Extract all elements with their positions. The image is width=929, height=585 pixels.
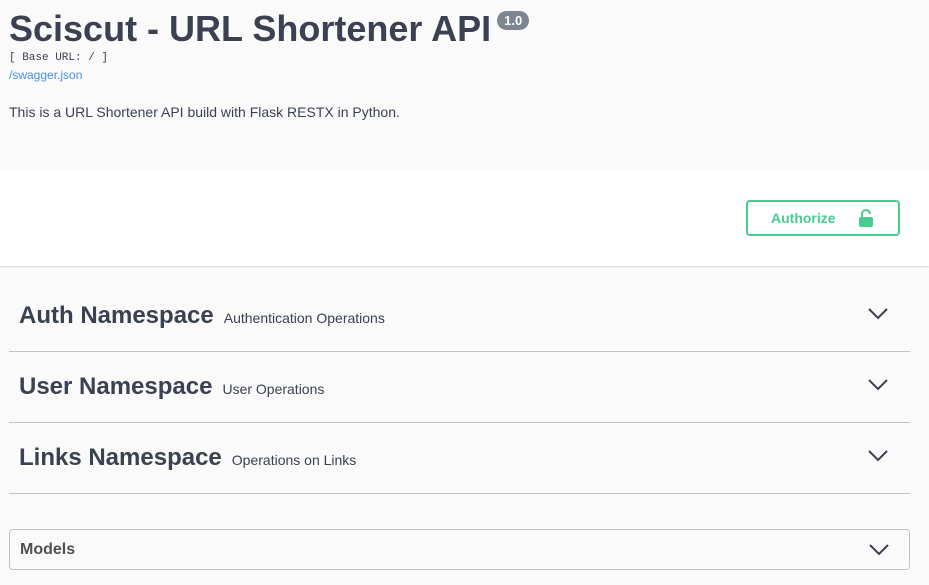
models-section[interactable]: Models bbox=[9, 529, 910, 570]
authorize-button[interactable]: Authorize bbox=[746, 200, 900, 236]
version-badge: 1.0 bbox=[497, 11, 530, 30]
scheme-container: Authorize bbox=[0, 170, 929, 266]
tag-name: Auth Namespace bbox=[19, 302, 214, 329]
api-info: Sciscut - URL Shortener API 1.0 [ Base U… bbox=[0, 0, 929, 170]
chevron-down-icon[interactable] bbox=[868, 378, 888, 396]
title-row: Sciscut - URL Shortener API 1.0 bbox=[9, 8, 530, 50]
tag-name: Links Namespace bbox=[19, 444, 222, 471]
tag-name: User Namespace bbox=[19, 373, 213, 400]
tag-description: Authentication Operations bbox=[223, 310, 385, 326]
swagger-json-link[interactable]: /swagger.json bbox=[9, 68, 82, 82]
models-label: Models bbox=[20, 540, 76, 558]
authorize-label: Authorize bbox=[771, 210, 836, 226]
api-description: This is a URL Shortener API build with F… bbox=[9, 104, 400, 120]
chevron-down-icon[interactable] bbox=[868, 307, 888, 325]
tag-description: Operations on Links bbox=[231, 452, 357, 468]
tag-links-namespace[interactable]: Links Namespace Operations on Links bbox=[9, 423, 910, 494]
tag-auth-namespace[interactable]: Auth Namespace Authentication Operations bbox=[9, 281, 910, 352]
unlocked-padlock-icon bbox=[858, 209, 874, 230]
base-url: [ Base URL: / ] bbox=[9, 52, 109, 64]
chevron-down-icon[interactable] bbox=[869, 543, 889, 561]
tag-user-namespace[interactable]: User Namespace User Operations bbox=[9, 352, 910, 423]
api-title: Sciscut - URL Shortener API bbox=[9, 8, 492, 49]
chevron-down-icon[interactable] bbox=[868, 449, 888, 467]
tag-description: User Operations bbox=[222, 381, 325, 397]
